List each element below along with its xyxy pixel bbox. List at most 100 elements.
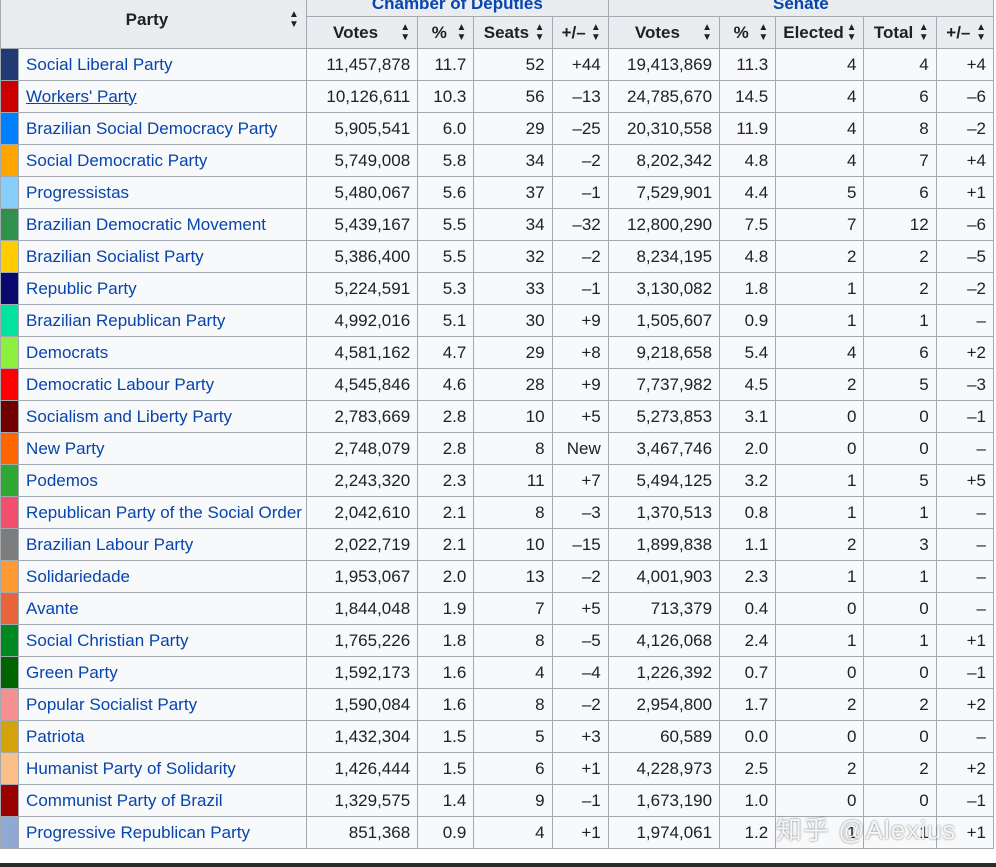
sort-arrows-icon[interactable]: ▲ ▼ <box>758 22 768 43</box>
chamber-group-header[interactable]: Chamber of Deputies <box>305 0 609 17</box>
senate-pct-cell: 1.8 <box>719 272 777 305</box>
total-cell: 7 <box>863 144 937 177</box>
total-cell: 0 <box>863 400 937 433</box>
party-link[interactable]: Social Liberal Party <box>26 55 172 74</box>
senate-pct-cell: 4.5 <box>719 368 777 401</box>
change-cell: –13 <box>551 80 609 113</box>
sort-arrows-icon[interactable]: ▲ ▼ <box>702 22 712 43</box>
party-name-cell: Social Democratic Party <box>18 144 307 177</box>
party-link[interactable]: Humanist Party of Solidarity <box>26 759 236 778</box>
pct-cell: 2.8 <box>417 400 475 433</box>
change-cell: –2 <box>551 688 609 721</box>
seats-column-header[interactable]: Seats ▲ ▼ <box>473 16 553 49</box>
party-color-swatch <box>0 112 20 145</box>
total-cell: 6 <box>863 80 937 113</box>
party-link[interactable]: Brazilian Social Democracy Party <box>26 119 277 138</box>
results-table-body: Social Liberal Party 11,457,878 11.7 52 +44 1… <box>0 48 995 849</box>
senate-pct-cell: 11.9 <box>719 112 777 145</box>
sort-arrows-icon[interactable]: ▲ ▼ <box>535 22 545 43</box>
pct-cell: 5.5 <box>417 208 475 241</box>
change-header-label: +/– <box>561 22 586 42</box>
senate-change-cell: –2 <box>935 112 995 145</box>
senate-change-column-header[interactable]: +/– ▲ ▼ <box>935 16 995 49</box>
pct-column-header[interactable]: % ▲ ▼ <box>417 16 475 49</box>
party-link[interactable]: Social Democratic Party <box>26 151 207 170</box>
change-cell: +7 <box>551 464 609 497</box>
party-column-header[interactable]: Party ▲ ▼ <box>0 0 307 49</box>
party-link[interactable]: Brazilian Socialist Party <box>26 247 204 266</box>
votes-cell: 5,439,167 <box>305 208 419 241</box>
senate-change-cell: –6 <box>935 208 995 241</box>
party-link[interactable]: Solidariedade <box>26 567 130 586</box>
sort-arrows-icon[interactable]: ▲ ▼ <box>456 22 466 43</box>
senate-pct-column-header[interactable]: % ▲ ▼ <box>719 16 777 49</box>
party-link[interactable]: Avante <box>26 599 79 618</box>
senate-change-cell: –2 <box>935 272 995 305</box>
party-link[interactable]: Social Christian Party <box>26 631 189 650</box>
party-link[interactable]: Republic Party <box>26 279 137 298</box>
sort-arrows-icon[interactable]: ▲ ▼ <box>919 22 929 43</box>
senate-votes-cell: 1,974,061 <box>607 816 721 849</box>
votes-cell: 4,581,162 <box>305 336 419 369</box>
seats-cell: 34 <box>473 208 553 241</box>
table-row: Brazilian Labour Party 2,022,719 2.1 10 –15 1… <box>0 528 995 561</box>
party-link[interactable]: New Party <box>26 439 104 458</box>
party-link[interactable]: Green Party <box>26 663 118 682</box>
table-row: Socialism and Liberty Party 2,783,669 2.8 1… <box>0 400 995 433</box>
total-cell: 1 <box>863 560 937 593</box>
total-cell: 2 <box>863 688 937 721</box>
votes-cell: 2,783,669 <box>305 400 419 433</box>
change-cell: –5 <box>551 624 609 657</box>
total-column-header[interactable]: Total ▲ ▼ <box>863 16 937 49</box>
party-link[interactable]: Patriota <box>26 727 85 746</box>
table-row: Podemos 2,243,320 2.3 11 +7 5,494,125 3.2 1 5 +5 <box>0 464 995 497</box>
votes-column-header[interactable]: Votes ▲ ▼ <box>305 16 419 49</box>
party-link[interactable]: Brazilian Labour Party <box>26 535 193 554</box>
party-color-swatch <box>0 496 20 529</box>
party-link[interactable]: Communist Party of Brazil <box>26 791 223 810</box>
senate-votes-cell: 713,379 <box>607 592 721 625</box>
party-link[interactable]: Brazilian Democratic Movement <box>26 215 266 234</box>
party-color-swatch <box>0 400 20 433</box>
party-link[interactable]: Republican Party of the Social Order <box>26 503 302 522</box>
sort-arrows-icon[interactable]: ▲ ▼ <box>400 22 410 43</box>
senate-group-header[interactable]: Senate <box>607 0 995 17</box>
party-link[interactable]: Podemos <box>26 471 98 490</box>
senate-change-cell: +4 <box>935 48 995 81</box>
party-link[interactable]: Progressive Republican Party <box>26 823 250 842</box>
senate-votes-cell: 2,954,800 <box>607 688 721 721</box>
party-link[interactable]: Progressistas <box>26 183 129 202</box>
elected-column-header[interactable]: Elected ▲ ▼ <box>775 16 865 49</box>
senate-pct-cell: 2.4 <box>719 624 777 657</box>
elected-cell: 1 <box>775 560 865 593</box>
pct-cell: 5.5 <box>417 240 475 273</box>
sort-arrows-icon[interactable]: ▲ ▼ <box>847 22 857 43</box>
party-link[interactable]: Democrats <box>26 343 108 362</box>
sort-arrows-icon[interactable]: ▲ ▼ <box>976 22 986 43</box>
votes-cell: 4,992,016 <box>305 304 419 337</box>
sort-arrows-icon[interactable]: ▲ ▼ <box>591 22 601 43</box>
senate-pct-cell: 1.7 <box>719 688 777 721</box>
total-cell: 1 <box>863 304 937 337</box>
sort-arrows-icon[interactable]: ▲ ▼ <box>289 10 299 30</box>
election-results-table: Party ▲ ▼ Chamber of Deputies Senate Vote… <box>0 0 995 849</box>
elected-cell: 2 <box>775 528 865 561</box>
party-link[interactable]: Brazilian Republican Party <box>26 311 225 330</box>
senate-pct-cell: 2.3 <box>719 560 777 593</box>
party-link[interactable]: Socialism and Liberty Party <box>26 407 232 426</box>
change-cell: –2 <box>551 144 609 177</box>
senate-change-cell: +1 <box>935 176 995 209</box>
party-link[interactable]: Workers' Party <box>26 87 137 106</box>
party-link[interactable]: Democratic Labour Party <box>26 375 214 394</box>
elected-cell: 4 <box>775 336 865 369</box>
total-cell: 12 <box>863 208 937 241</box>
senate-votes-column-header[interactable]: Votes ▲ ▼ <box>607 16 721 49</box>
bottom-scrollbar[interactable] <box>0 863 996 867</box>
seats-cell: 29 <box>473 336 553 369</box>
party-link[interactable]: Popular Socialist Party <box>26 695 197 714</box>
senate-votes-header-label: Votes <box>634 22 680 42</box>
party-name-cell: Communist Party of Brazil <box>18 784 307 817</box>
change-column-header[interactable]: +/– ▲ ▼ <box>551 16 609 49</box>
elected-cell: 0 <box>775 592 865 625</box>
party-color-swatch <box>0 368 20 401</box>
